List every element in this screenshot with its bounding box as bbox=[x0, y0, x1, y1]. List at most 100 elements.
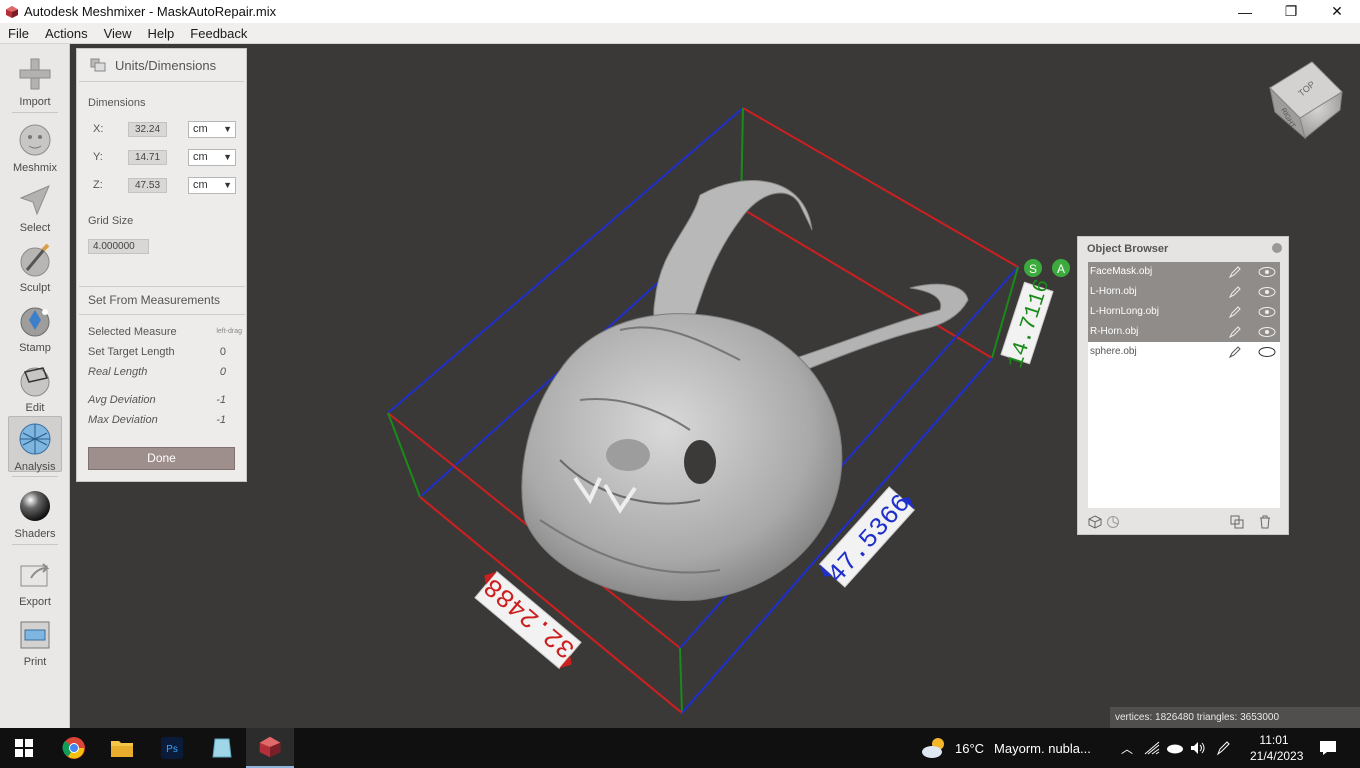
dimension-y-row: Y: 14.71 cm ▼ bbox=[77, 149, 247, 166]
trash-icon[interactable] bbox=[1258, 515, 1272, 529]
set-target-length-row[interactable]: Set Target Length 0 bbox=[88, 346, 244, 358]
dim-z-text: 47.5366 bbox=[822, 488, 917, 589]
object-row-l-horn[interactable]: L-Horn.obj bbox=[1088, 282, 1280, 302]
meshmix-tool[interactable]: Meshmix bbox=[8, 118, 62, 174]
pen-icon[interactable] bbox=[1216, 740, 1230, 756]
avg-deviation-row: Avg Deviation -1 bbox=[88, 394, 244, 406]
notifications-button[interactable] bbox=[1306, 728, 1350, 768]
object-row-l-hornlong[interactable]: L-HornLong.obj bbox=[1088, 302, 1280, 322]
minimize-button[interactable]: — bbox=[1222, 0, 1268, 23]
object-row-sphere[interactable]: sphere.obj bbox=[1088, 342, 1280, 362]
stamp-tool[interactable]: Stamp bbox=[8, 298, 62, 354]
stamp-label: Stamp bbox=[19, 342, 51, 354]
toolbar-divider bbox=[12, 112, 58, 113]
y-value-field[interactable]: 14.71 bbox=[128, 150, 167, 165]
x-label: X: bbox=[93, 123, 104, 135]
object-row-r-horn[interactable]: R-Horn.obj bbox=[1088, 322, 1280, 342]
z-unit-select[interactable]: cm ▼ bbox=[188, 177, 236, 194]
edit-tool[interactable]: Edit bbox=[8, 358, 62, 414]
x-unit-select[interactable]: cm ▼ bbox=[188, 121, 236, 138]
cloud-icon[interactable] bbox=[1166, 742, 1184, 754]
grid-size-field[interactable]: 4.000000 bbox=[88, 239, 149, 254]
menu-view[interactable]: View bbox=[96, 26, 140, 41]
file-explorer-taskbar-button[interactable] bbox=[98, 728, 146, 768]
avg-deviation-label: Avg Deviation bbox=[88, 394, 156, 406]
chevron-down-icon: ▼ bbox=[223, 180, 232, 190]
notification-icon bbox=[1320, 741, 1336, 755]
align-badge-label: A bbox=[1057, 262, 1065, 276]
menu-feedback[interactable]: Feedback bbox=[182, 26, 255, 41]
meshmixer-logo-icon bbox=[259, 736, 281, 758]
menu-actions[interactable]: Actions bbox=[37, 26, 96, 41]
panel-divider bbox=[79, 314, 245, 315]
pie-icon[interactable] bbox=[1106, 515, 1120, 529]
pencil-icon[interactable] bbox=[1228, 305, 1242, 319]
volume-icon[interactable] bbox=[1190, 741, 1206, 755]
clock[interactable]: 11:01 21/4/2023 bbox=[1250, 732, 1303, 764]
chrome-taskbar-button[interactable] bbox=[50, 728, 98, 768]
y-unit-select[interactable]: cm ▼ bbox=[188, 149, 236, 166]
network-icon[interactable] bbox=[1144, 741, 1160, 755]
app-taskbar-button[interactable] bbox=[198, 728, 246, 768]
edit-sphere-icon bbox=[20, 367, 50, 397]
eye-icon[interactable] bbox=[1258, 286, 1276, 298]
pencil-icon[interactable] bbox=[1228, 325, 1242, 339]
done-button[interactable]: Done bbox=[88, 447, 235, 470]
pencil-icon[interactable] bbox=[1228, 285, 1242, 299]
object-row-facemask[interactable]: FaceMask.obj bbox=[1088, 262, 1280, 282]
target-length-value: 0 bbox=[219, 346, 226, 358]
selected-measure-row[interactable]: Selected Measure left-drag bbox=[88, 326, 244, 338]
import-tool[interactable]: Import bbox=[8, 52, 62, 108]
left-drag-hint: left-drag bbox=[216, 328, 242, 335]
maximize-button[interactable]: ❐ bbox=[1268, 0, 1314, 23]
chevron-up-icon[interactable]: ︿ bbox=[1118, 740, 1136, 757]
object-name: R-Horn.obj bbox=[1090, 326, 1139, 337]
chevron-down-icon: ▼ bbox=[223, 152, 232, 162]
sculpt-tool[interactable]: Sculpt bbox=[8, 238, 62, 294]
select-tool[interactable]: Select bbox=[8, 178, 62, 234]
mask-model[interactable] bbox=[521, 180, 969, 601]
duplicate-icon[interactable] bbox=[1230, 515, 1244, 529]
object-name: sphere.obj bbox=[1090, 346, 1137, 357]
left-toolbar: Import Meshmix Select Sculpt Stamp Edit … bbox=[0, 44, 70, 728]
z-value-field[interactable]: 47.53 bbox=[128, 178, 167, 193]
meshmixer-taskbar-button[interactable] bbox=[246, 728, 294, 768]
clock-time: 11:01 bbox=[1259, 733, 1289, 747]
export-tool[interactable]: Export bbox=[8, 552, 62, 608]
pencil-icon[interactable] bbox=[1228, 345, 1242, 359]
print-tool[interactable]: Print bbox=[8, 612, 62, 668]
max-deviation-label: Max Deviation bbox=[88, 414, 158, 426]
real-length-row: Real Length 0 bbox=[88, 366, 244, 378]
eye-icon[interactable] bbox=[1258, 306, 1276, 318]
shaders-tool[interactable]: Shaders bbox=[8, 484, 62, 540]
photoshop-icon: Ps bbox=[161, 737, 183, 759]
real-length-value: 0 bbox=[219, 366, 226, 378]
brush-sphere-icon bbox=[20, 243, 50, 277]
menu-file[interactable]: File bbox=[0, 26, 37, 41]
export-icon bbox=[20, 563, 50, 587]
eye-icon[interactable] bbox=[1258, 326, 1276, 338]
photoshop-taskbar-button[interactable]: Ps bbox=[148, 728, 196, 768]
x-value-field[interactable]: 32.24 bbox=[128, 122, 167, 137]
close-button[interactable]: ✕ bbox=[1314, 0, 1360, 23]
set-from-measurements-heading: Set From Measurements bbox=[88, 293, 221, 307]
cube-icon[interactable] bbox=[1088, 515, 1102, 529]
menu-help[interactable]: Help bbox=[140, 26, 183, 41]
app-icon bbox=[212, 738, 232, 758]
weather-temp: 16°C bbox=[955, 740, 985, 756]
dimension-x-row: X: 32.24 cm ▼ bbox=[77, 121, 247, 138]
eye-icon[interactable] bbox=[1258, 266, 1276, 278]
eye-icon[interactable] bbox=[1258, 346, 1276, 358]
weather-widget[interactable]: 16°C Mayorm. nubla... bbox=[920, 728, 1091, 768]
start-button[interactable] bbox=[0, 728, 48, 768]
menu-bar: File Actions View Help Feedback bbox=[0, 23, 1360, 44]
view-cube[interactable]: TOP RIGHT bbox=[1269, 61, 1343, 140]
object-name: L-HornLong.obj bbox=[1090, 306, 1159, 317]
svg-text:Ps: Ps bbox=[166, 744, 178, 755]
real-length-label: Real Length bbox=[88, 366, 148, 378]
close-icon[interactable] bbox=[1272, 243, 1282, 253]
snap-badge-label: S bbox=[1029, 262, 1037, 276]
x-unit-value: cm bbox=[193, 123, 208, 135]
analysis-tool[interactable]: Analysis bbox=[8, 416, 62, 473]
pencil-icon[interactable] bbox=[1228, 265, 1242, 279]
